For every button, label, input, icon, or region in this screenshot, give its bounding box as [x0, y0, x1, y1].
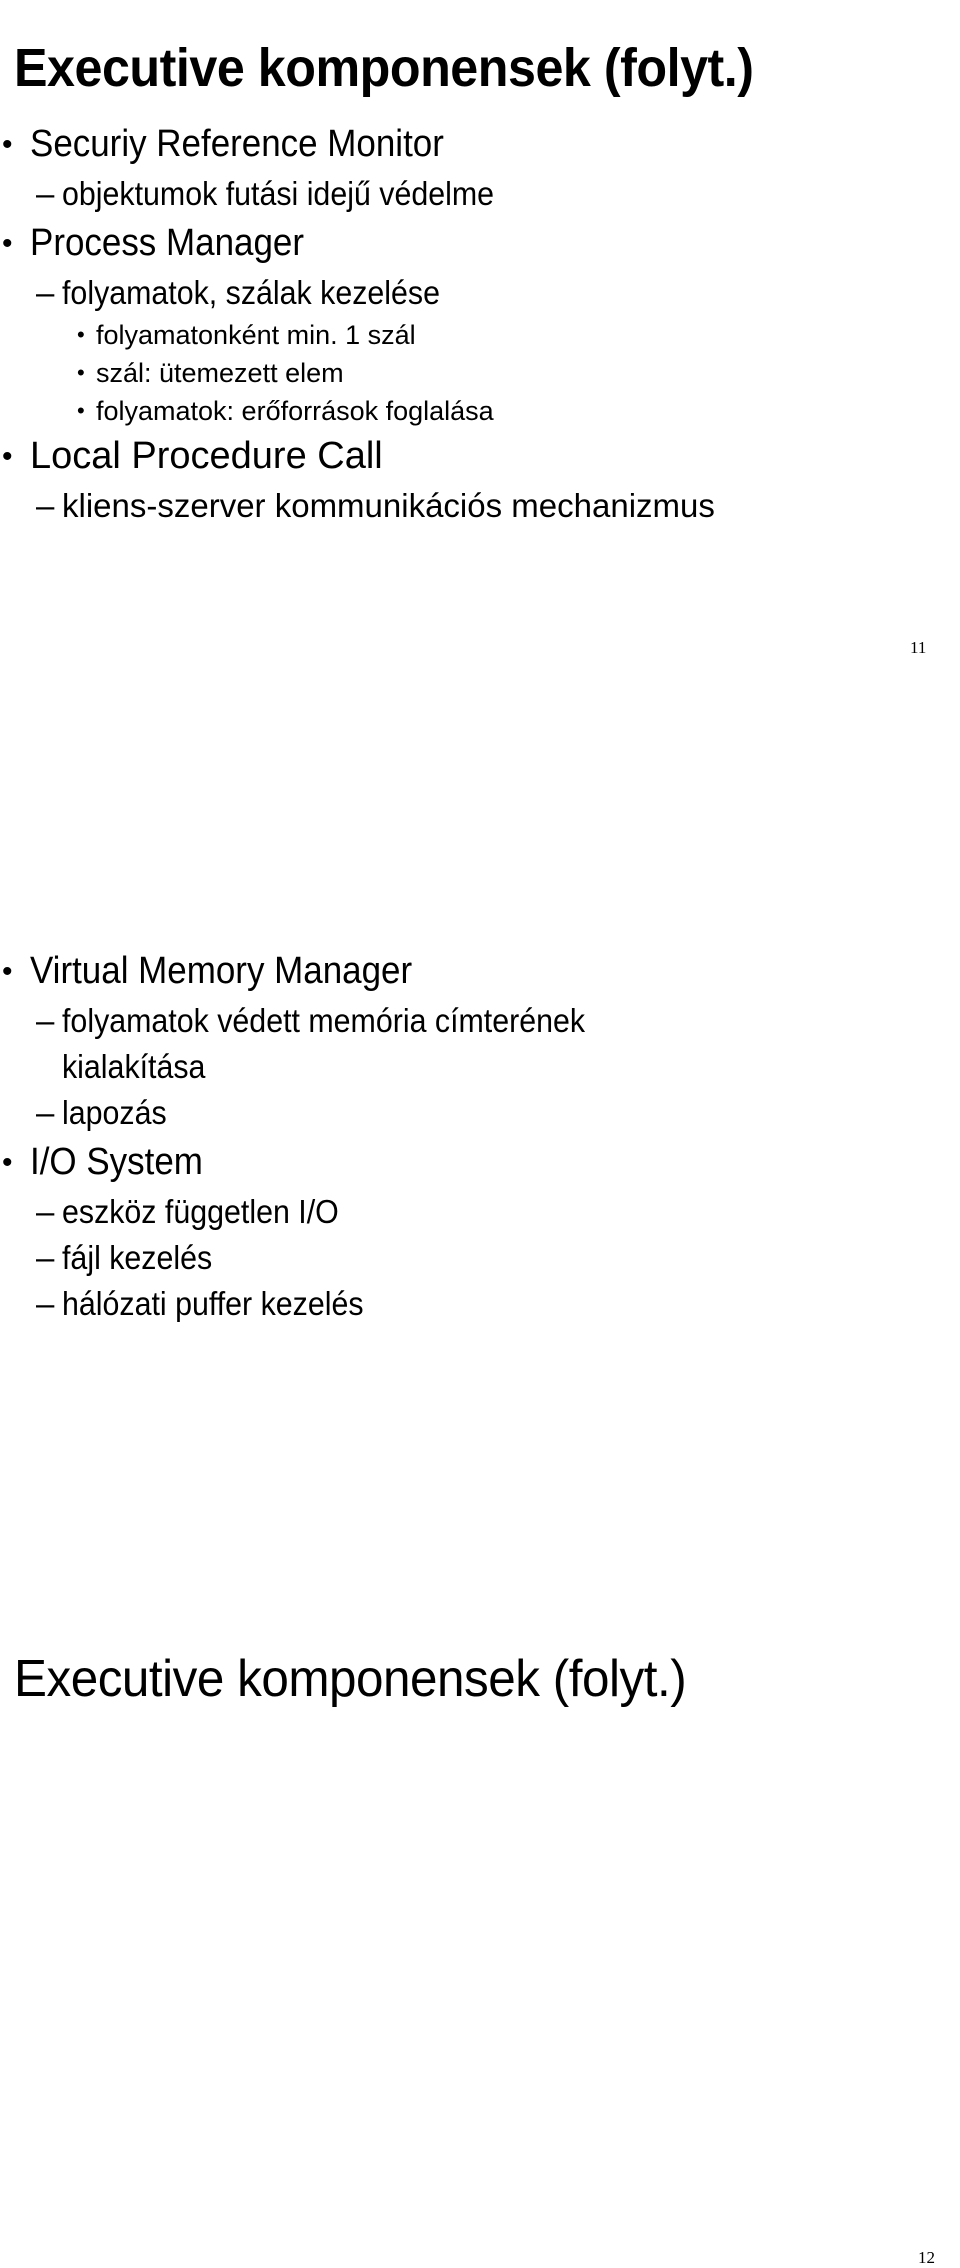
slide-page-11: Executive komponensek (folyt.) • Securiy…	[0, 0, 960, 760]
bullet-dash-icon: –	[36, 1002, 55, 1039]
bullet-dot-icon: •	[77, 360, 85, 385]
list-item: – folyamatok védett memória címterének k…	[0, 998, 940, 1090]
list-item-label: I/O System	[30, 1141, 203, 1183]
list-item: – eszköz független I/O	[0, 1189, 940, 1235]
list-item-label: folyamatok: erőforrások foglalása	[96, 396, 494, 426]
list-item-label: Virtual Memory Manager	[30, 950, 413, 992]
list-item: • szál: ütemezett elem	[0, 354, 940, 392]
list-item: • folyamatok: erőforrások foglalása	[0, 392, 940, 430]
bullet-dot-icon: •	[77, 322, 85, 347]
list-item-label: Process Manager	[30, 222, 304, 264]
page-title: Executive komponensek (folyt.)	[14, 1649, 687, 1708]
bullet-dot-icon: •	[2, 955, 13, 988]
list-item-label: Securiy Reference Monitor	[30, 123, 444, 165]
list-item-label: folyamatok, szálak kezelése	[62, 274, 440, 311]
bullet-dash-icon: –	[36, 1193, 55, 1230]
bullet-dash-icon: –	[36, 1094, 55, 1131]
bullet-dash-icon: –	[36, 1285, 55, 1322]
list-item-label: folyamatonként min. 1 szál	[96, 320, 416, 350]
list-item-label: fájl kezelés	[62, 1239, 213, 1276]
bullet-dot-icon: •	[77, 398, 85, 423]
list-item-label: Local Procedure Call	[30, 435, 383, 477]
list-item: – lapozás	[0, 1090, 940, 1136]
list-item: – folyamatok, szálak kezelése	[0, 270, 940, 316]
bullet-dash-icon: –	[36, 1239, 55, 1276]
list-item-label: kliens-szerver kommunikációs mechanizmus	[62, 487, 715, 524]
bullet-dot-icon: •	[2, 128, 13, 161]
list-item: • Process Manager	[0, 217, 940, 270]
list-item: • Local Procedure Call	[0, 430, 940, 483]
bullet-dot-icon: •	[2, 440, 13, 473]
list-item: • Virtual Memory Manager	[0, 945, 940, 998]
list-item-label: objektumok futási idejű védelme	[62, 175, 495, 212]
bullet-dash-icon: –	[36, 487, 55, 524]
bullet-list: • Securiy Reference Monitor – objektumok…	[0, 118, 940, 529]
bullet-dot-icon: •	[2, 1146, 13, 1179]
list-item: – kliens-szerver kommunikációs mechanizm…	[0, 483, 940, 529]
page-number: 12	[918, 2248, 935, 2267]
bullet-dash-icon: –	[36, 175, 55, 212]
list-item-label: szál: ütemezett elem	[96, 358, 344, 388]
list-item-label: hálózati puffer kezelés	[62, 1285, 364, 1322]
bullet-list: • Virtual Memory Manager – folyamatok vé…	[0, 945, 940, 1327]
list-item-label: lapozás	[62, 1094, 167, 1131]
slide-page-12: Executive komponensek (folyt.) • Virtual…	[0, 800, 960, 2267]
list-item: • I/O System	[0, 1136, 940, 1189]
list-item: – objektumok futási idejű védelme	[0, 171, 940, 217]
bullet-dash-icon: –	[36, 274, 55, 311]
list-item: – hálózati puffer kezelés	[0, 1281, 940, 1327]
list-item: – fájl kezelés	[0, 1235, 940, 1281]
bullet-dot-icon: •	[2, 227, 13, 260]
list-item-label: folyamatok védett memória címterének kia…	[62, 1002, 586, 1085]
page-title: Executive komponensek (folyt.)	[14, 38, 754, 99]
list-item-label: eszköz független I/O	[62, 1193, 339, 1230]
page-number: 11	[910, 638, 927, 657]
list-item: • Securiy Reference Monitor	[0, 118, 940, 171]
list-item: • folyamatonként min. 1 szál	[0, 316, 940, 354]
